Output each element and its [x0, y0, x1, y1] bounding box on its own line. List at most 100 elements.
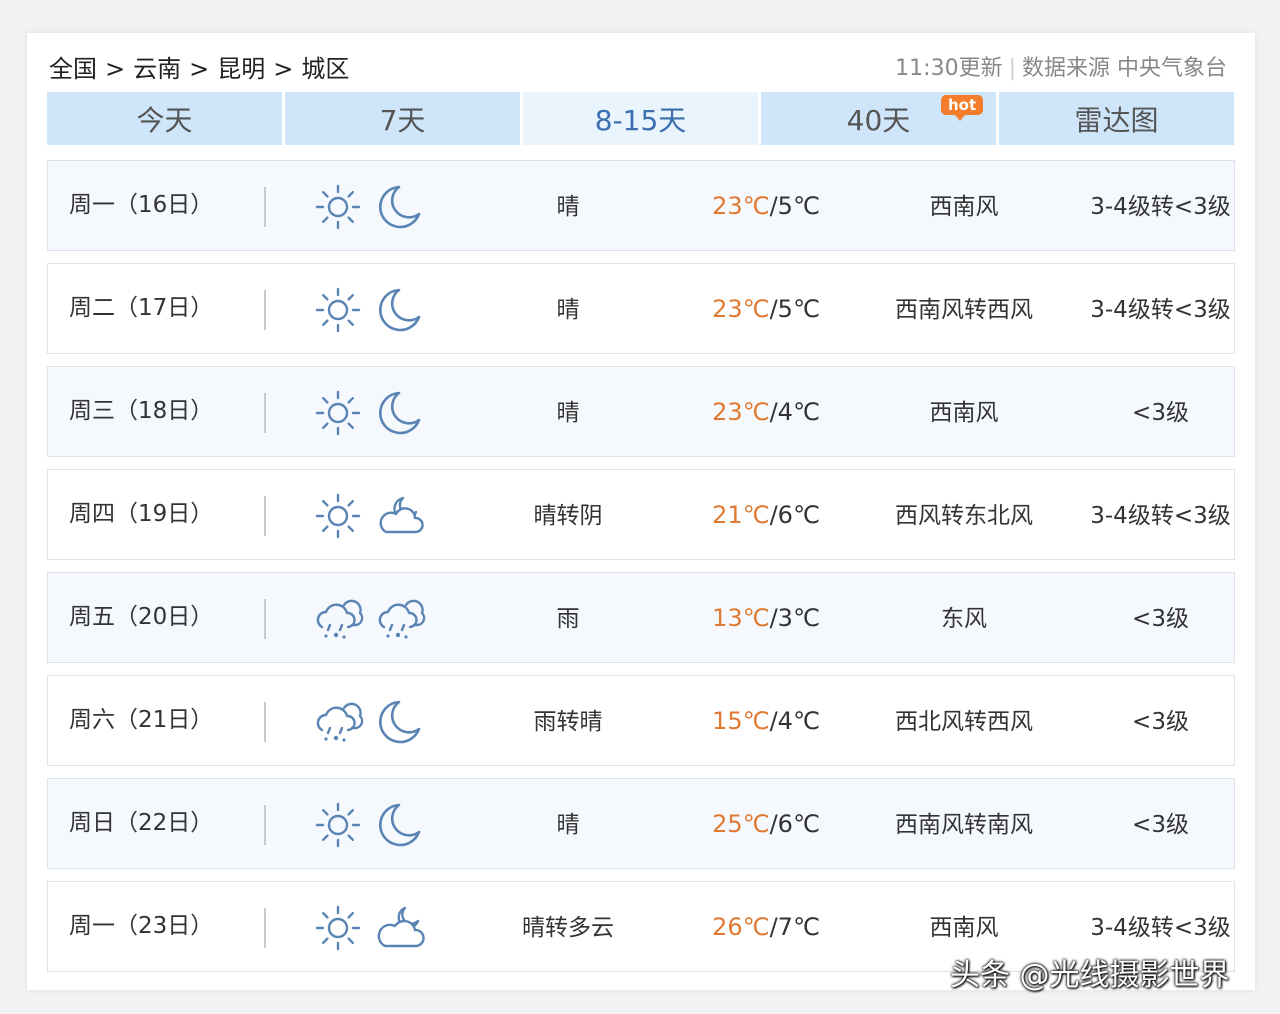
weather-condition: 雨转晴	[533, 709, 603, 735]
weather-condition: 晴转多云	[522, 915, 614, 941]
temp-separator: /	[769, 398, 778, 426]
forecast-row: 周五（20日） 雨 13℃/3℃ 东风 <3级	[47, 572, 1235, 663]
update-time: 11:30更新	[895, 56, 1003, 81]
forecast-row: 周一（16日） 晴 23℃/5℃ 西南风 3-4级转<3级	[47, 160, 1235, 251]
tab-7-days[interactable]: 7天	[285, 92, 520, 145]
temperature-range: 15℃/4℃	[696, 676, 836, 767]
high-temp: 21℃	[712, 501, 770, 529]
tab-today[interactable]: 今天	[47, 92, 282, 145]
breadcrumb-item-country[interactable]: 全国	[49, 55, 97, 83]
high-temp: 23℃	[712, 398, 770, 426]
tab-40-days[interactable]: 40天 hot	[761, 92, 996, 145]
breadcrumb-item-district: 城区	[301, 55, 350, 83]
forecast-row: 周日（22日） 晴 25℃/6℃ 西南风转南风 <3级	[47, 778, 1235, 869]
column-divider	[264, 393, 266, 433]
day-label: 周一（16日）	[69, 192, 214, 218]
low-temp: 5℃	[777, 295, 820, 323]
day-label: 周一（23日）	[69, 913, 214, 939]
wind-direction: 东风	[941, 606, 987, 632]
data-source: 数据来源 中央气象台	[1022, 56, 1227, 81]
forecast-list: 周一（16日）晴 23℃/5℃ 西南风 3-4级转<3级 周二（17日）晴 23℃/5℃ 西…	[47, 160, 1235, 984]
weather-condition: 晴	[556, 812, 580, 838]
day-label: 周三（18日）	[69, 398, 214, 424]
column-divider	[264, 805, 266, 845]
update-info: 11:30更新 | 数据来源 中央气象台	[895, 51, 1227, 87]
temp-separator: /	[769, 913, 778, 941]
wind-direction: 西南风转南风	[895, 812, 1033, 838]
tab-label: 40天	[846, 103, 911, 137]
weather-condition: 晴	[556, 400, 580, 426]
low-temp: 5℃	[777, 192, 820, 220]
tab-label: 7天	[379, 103, 426, 137]
wind-level: 3-4级转<3级	[1090, 194, 1231, 220]
wind-level: <3级	[1132, 812, 1189, 838]
wind-direction: 西北风转西风	[895, 709, 1033, 735]
temperature-range: 26℃/7℃	[696, 882, 836, 973]
day-label: 周五（20日）	[69, 604, 214, 630]
temperature-range: 21℃/6℃	[696, 470, 836, 561]
breadcrumb-item-city[interactable]: 昆明	[217, 55, 265, 83]
forecast-row: 周二（17日） 晴 23℃/5℃ 西南风转西风 3-4级转<3级	[47, 263, 1235, 354]
low-temp: 4℃	[777, 707, 820, 735]
low-temp: 6℃	[777, 501, 820, 529]
breadcrumb-item-province[interactable]: 云南	[133, 55, 181, 83]
temp-separator: /	[769, 810, 778, 838]
wind-level: <3级	[1132, 400, 1189, 426]
weather-condition: 晴	[556, 297, 580, 323]
meta-divider: |	[1008, 56, 1016, 81]
column-divider	[264, 599, 266, 639]
weather-icons	[314, 698, 434, 744]
tab-radar[interactable]: 雷达图	[999, 92, 1234, 145]
weather-icons	[314, 389, 434, 436]
temp-separator: /	[769, 295, 778, 323]
low-temp: 6℃	[777, 810, 820, 838]
column-divider	[264, 187, 266, 227]
high-temp: 26℃	[712, 913, 770, 941]
wind-direction: 西南风	[929, 400, 999, 426]
weather-icons	[314, 904, 434, 951]
low-temp: 3℃	[777, 604, 820, 632]
column-divider	[264, 496, 266, 536]
top-bar: 全国 > 云南 > 昆明 > 城区 11:30更新 | 数据来源 中央气象台	[49, 51, 1227, 87]
forecast-row: 周四（19日） 晴转阴 21℃/6℃ 西风转东北风 3-4级转<3级	[47, 469, 1235, 560]
weather-icons	[314, 183, 434, 230]
column-divider	[264, 702, 266, 742]
wind-direction: 西风转东北风	[895, 503, 1033, 529]
tab-label: 雷达图	[1074, 103, 1159, 137]
forecast-tabs: 今天 7天 8-15天 40天 hot 雷达图	[47, 92, 1235, 145]
temperature-range: 13℃/3℃	[696, 573, 836, 664]
wind-level: <3级	[1132, 606, 1189, 632]
tab-8-15-days[interactable]: 8-15天	[523, 92, 758, 145]
temperature-range: 25℃/6℃	[696, 779, 836, 870]
high-temp: 15℃	[712, 707, 770, 735]
day-label: 周四（19日）	[69, 501, 214, 527]
watermark: 头条 @光线摄影世界	[950, 958, 1230, 993]
breadcrumb-separator: >	[105, 55, 126, 83]
wind-direction: 西南风	[929, 194, 999, 220]
weather-condition: 雨	[556, 606, 580, 632]
temperature-range: 23℃/5℃	[696, 264, 836, 355]
day-label: 周日（22日）	[69, 810, 214, 836]
hot-badge: hot	[941, 95, 984, 121]
breadcrumb-separator: >	[189, 55, 210, 83]
weather-icons	[314, 286, 434, 333]
weather-icons	[314, 492, 434, 539]
wind-level: <3级	[1132, 709, 1189, 735]
breadcrumb: 全国 > 云南 > 昆明 > 城区	[49, 51, 349, 87]
low-temp: 7℃	[777, 913, 820, 941]
tab-label: 今天	[136, 103, 193, 137]
column-divider	[264, 908, 266, 948]
wind-level: 3-4级转<3级	[1090, 503, 1231, 529]
weather-condition: 晴	[556, 194, 580, 220]
high-temp: 13℃	[712, 604, 770, 632]
column-divider	[264, 290, 266, 330]
temperature-range: 23℃/4℃	[696, 367, 836, 458]
forecast-row: 周三（18日） 晴 23℃/4℃ 西南风 <3级	[47, 366, 1235, 457]
high-temp: 23℃	[712, 192, 770, 220]
temp-separator: /	[769, 604, 778, 632]
low-temp: 4℃	[777, 398, 820, 426]
weather-condition: 晴转阴	[533, 503, 603, 529]
forecast-card: 全国 > 云南 > 昆明 > 城区 11:30更新 | 数据来源 中央气象台 今天 7天 8-1…	[27, 33, 1255, 990]
forecast-row: 周六（21日） 雨转晴 15℃/4℃ 西北风转西风 <3级	[47, 675, 1235, 766]
day-label: 周六（21日）	[69, 707, 214, 733]
